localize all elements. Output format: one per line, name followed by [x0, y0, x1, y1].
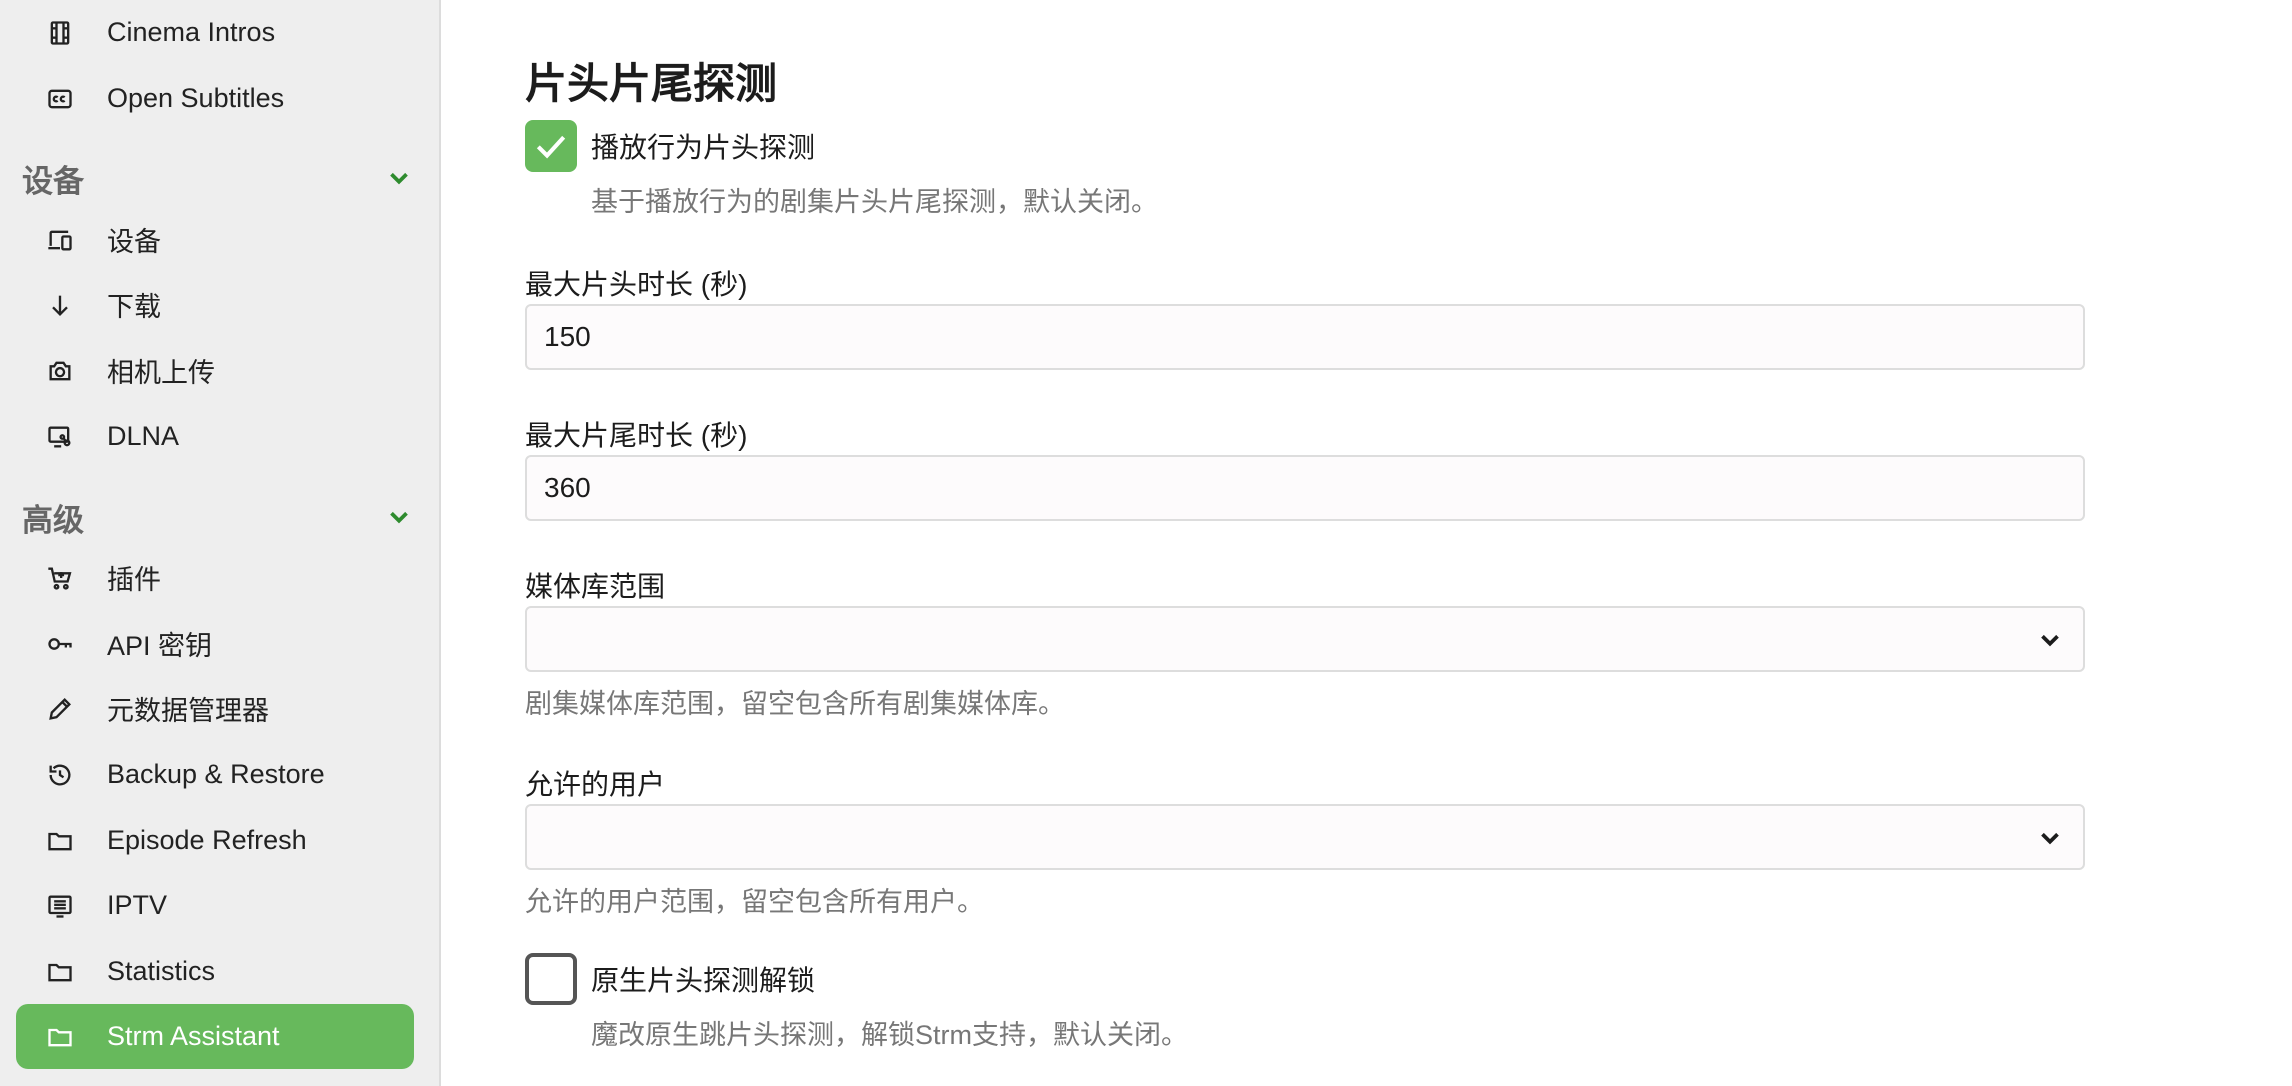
chevron-down-icon	[390, 511, 408, 524]
sidebar-item-label: DLNA	[107, 421, 180, 451]
list-icon	[44, 890, 76, 922]
native-unlock-checkbox[interactable]	[525, 953, 577, 1005]
sidebar-item-metadata-manager[interactable]: 元数据管理器	[16, 676, 414, 741]
sidebar-item-label: 元数据管理器	[107, 696, 269, 726]
film-icon	[44, 17, 76, 49]
sidebar-item-strm-assistant[interactable]: Strm Assistant	[16, 1004, 414, 1069]
sidebar-item-label: Backup & Restore	[107, 759, 325, 789]
sidebar-item-open-subtitles[interactable]: Open Subtitles	[16, 66, 414, 131]
key-icon	[44, 628, 76, 660]
allowed-users-label: 允许的用户	[525, 769, 666, 800]
folder-icon	[44, 825, 76, 857]
sidebar-item-dlna[interactable]: DLNA	[16, 404, 414, 469]
section-title: 设备	[22, 163, 84, 199]
sidebar-item-label: 下载	[107, 292, 161, 322]
sidebar-item-label: Strm Assistant	[107, 1021, 280, 1051]
sidebar: Cinema Intros Open Subtitles 设备 设备 下载 相机…	[0, 0, 441, 1086]
cart-icon	[44, 562, 76, 594]
max-intro-input[interactable]	[525, 304, 2085, 370]
native-unlock-label: 原生片头探测解锁	[591, 965, 816, 996]
allowed-users-description: 允许的用户范围，留空包含所有用户。	[525, 887, 984, 917]
allowed-users-select[interactable]	[525, 804, 2085, 870]
dlna-icon	[44, 421, 76, 453]
page-title: 片头片尾探测	[525, 60, 778, 107]
chevron-down-icon	[2041, 634, 2059, 647]
native-unlock-checkbox-row[interactable]: 原生片头探测解锁	[525, 953, 815, 1005]
playback-detect-label: 播放行为片头探测	[591, 132, 816, 163]
sidebar-item-camera-upload[interactable]: 相机上传	[16, 338, 414, 403]
section-header-advanced[interactable]: 高级	[22, 492, 414, 542]
library-scope-description: 剧集媒体库范围，留空包含所有剧集媒体库。	[525, 689, 1065, 719]
devices-icon	[44, 224, 76, 256]
max-credits-input[interactable]	[525, 455, 2085, 521]
download-arrow-icon	[44, 289, 76, 321]
sidebar-item-plugins[interactable]: 插件	[16, 545, 414, 610]
closed-captions-icon	[44, 83, 76, 115]
sidebar-item-downloads[interactable]: 下载	[16, 272, 414, 337]
main-content: 片头片尾探测 播放行为片头探测 基于播放行为的剧集片头片尾探测，默认关闭。 最大…	[525, 0, 2085, 1086]
native-unlock-description: 魔改原生跳片头探测，解锁Strm支持，默认关闭。	[591, 1020, 1188, 1050]
sidebar-item-label: 设备	[107, 227, 161, 257]
sidebar-item-api-keys[interactable]: API 密钥	[16, 611, 414, 676]
playback-detect-checkbox-row[interactable]: 播放行为片头探测	[525, 120, 815, 172]
max-credits-label: 最大片尾时长 (秒)	[525, 420, 748, 451]
sidebar-item-label: 插件	[107, 565, 161, 595]
chevron-down-icon	[2041, 832, 2059, 845]
sidebar-item-label: Cinema Intros	[107, 17, 276, 47]
sidebar-item-label: Open Subtitles	[107, 83, 285, 113]
folder-icon	[44, 1021, 76, 1053]
chevron-down-icon	[390, 172, 408, 185]
playback-detect-description: 基于播放行为的剧集片头片尾探测，默认关闭。	[591, 187, 1158, 217]
section-title: 高级	[22, 502, 84, 538]
sidebar-item-backup-restore[interactable]: Backup & Restore	[16, 742, 414, 807]
sidebar-item-label: 相机上传	[107, 358, 215, 388]
max-intro-label: 最大片头时长 (秒)	[525, 269, 748, 300]
sidebar-item-label: IPTV	[107, 890, 168, 920]
section-header-devices[interactable]: 设备	[22, 153, 414, 203]
sidebar-item-statistics[interactable]: Statistics	[16, 939, 414, 1004]
sidebar-item-iptv[interactable]: IPTV	[16, 873, 414, 938]
folder-icon	[44, 956, 76, 988]
sidebar-item-cinema-intros[interactable]: Cinema Intros	[16, 0, 414, 65]
sidebar-item-label: Statistics	[107, 956, 216, 986]
sidebar-item-devices[interactable]: 设备	[16, 207, 414, 272]
sidebar-item-label: API 密钥	[107, 631, 213, 661]
sidebar-item-label: Episode Refresh	[107, 825, 307, 855]
playback-detect-checkbox[interactable]	[525, 120, 577, 172]
pencil-icon	[44, 693, 76, 725]
library-scope-label: 媒体库范围	[525, 571, 666, 602]
sidebar-item-episode-refresh[interactable]: Episode Refresh	[16, 808, 414, 873]
camera-icon	[44, 355, 76, 387]
library-scope-select[interactable]	[525, 606, 2085, 672]
checkmark-icon	[536, 135, 566, 159]
history-icon	[44, 759, 76, 791]
